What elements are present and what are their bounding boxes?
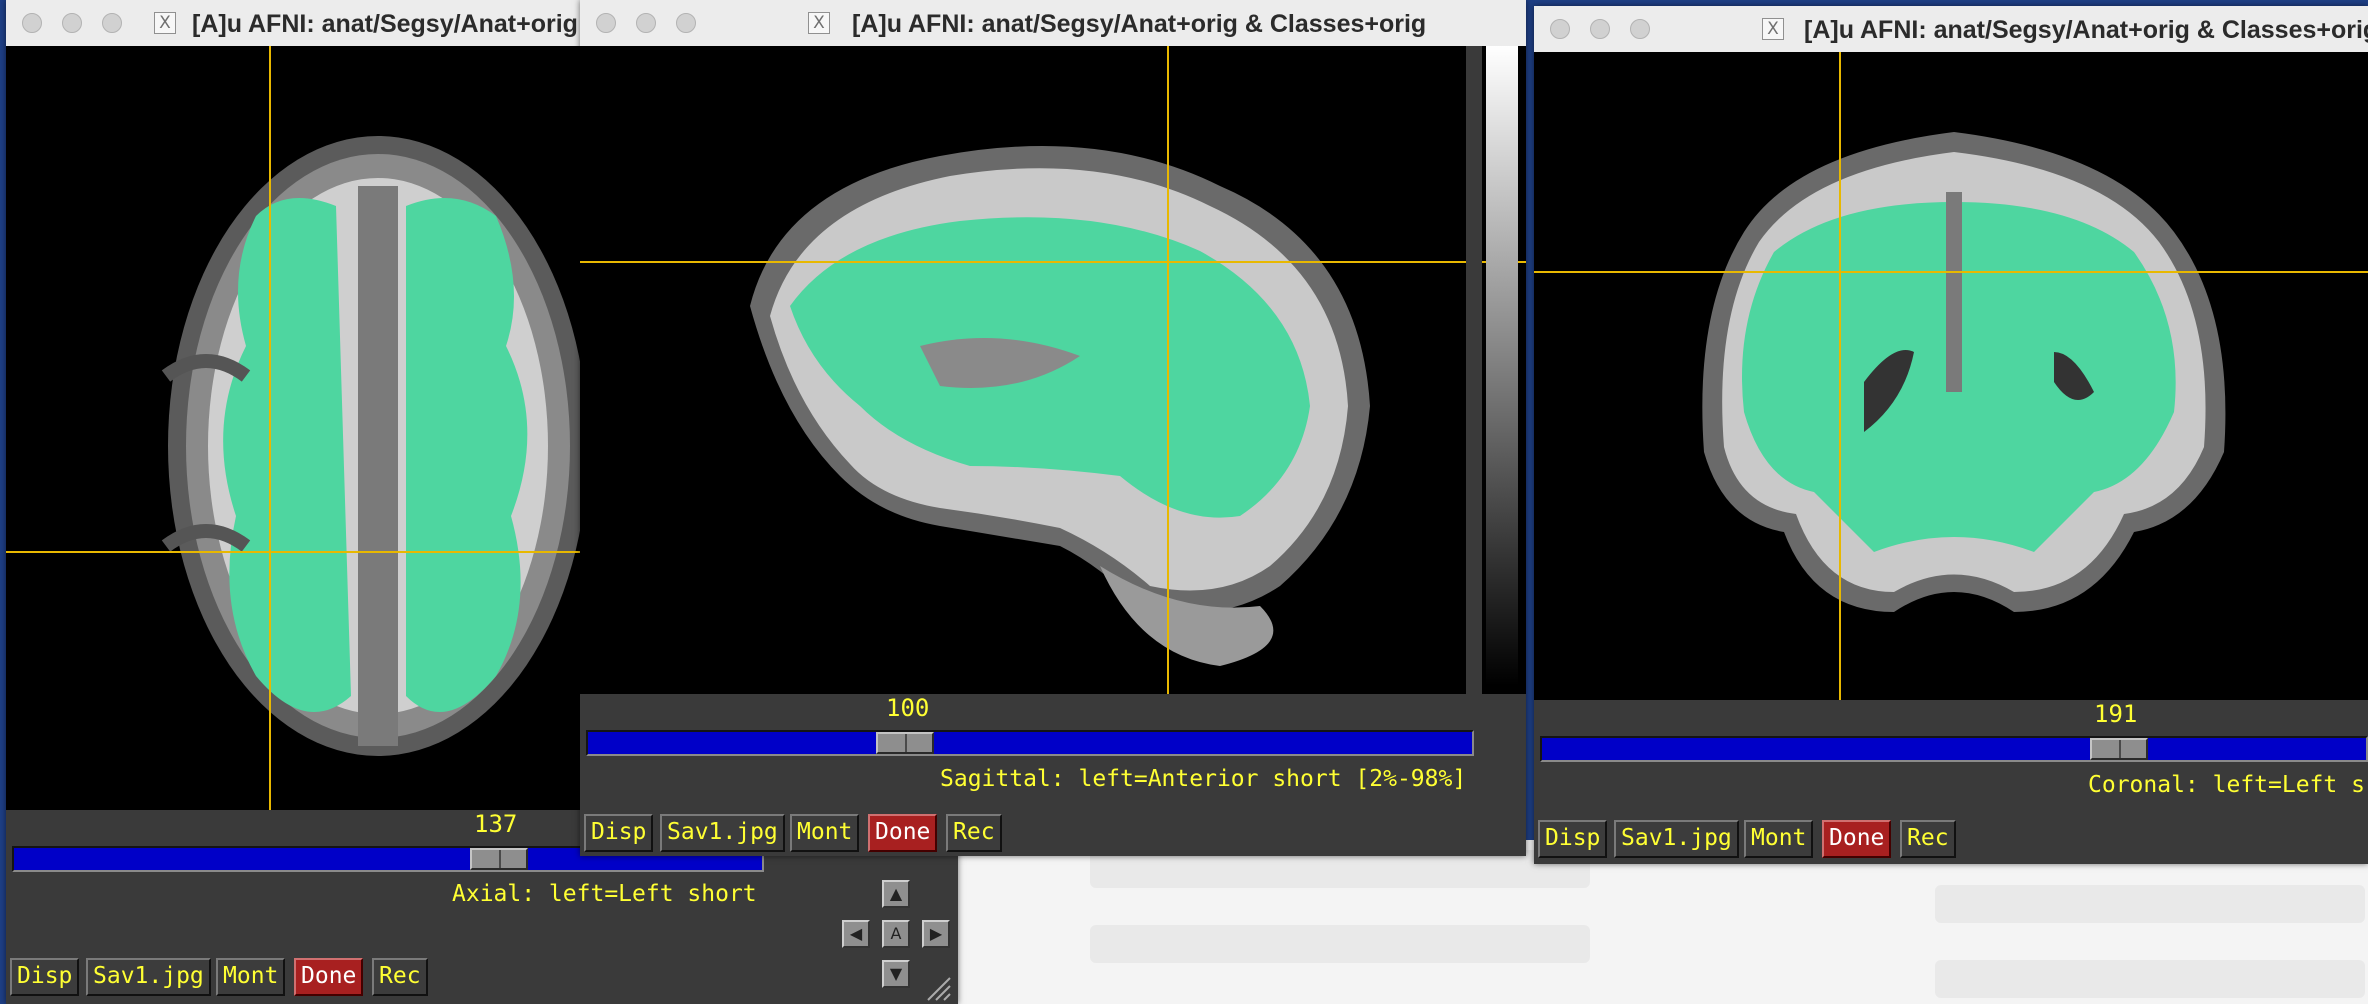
slice-number: 137	[474, 810, 518, 838]
sagittal-image-view[interactable]	[580, 46, 1526, 694]
done-button[interactable]: Done	[1822, 820, 1892, 858]
pan-left-arrow-icon[interactable]: ◀	[842, 920, 870, 948]
pan-center-button[interactable]: A	[882, 920, 910, 948]
done-button[interactable]: Done	[868, 814, 938, 852]
disp-button[interactable]: Disp	[10, 958, 80, 996]
slider-thumb[interactable]	[876, 732, 934, 754]
background-list-row	[1935, 885, 2365, 923]
montage-button[interactable]: Mont	[1744, 820, 1814, 858]
record-button[interactable]: Rec	[372, 958, 428, 996]
coronal-brain-slice	[1534, 52, 2368, 700]
title-bar: X [A]u AFNI: anat/Segsy/Anat+orig & Clas…	[1534, 6, 2368, 53]
slice-number: 191	[2094, 700, 2138, 728]
x11-window-icon: X	[808, 12, 830, 34]
title-bar: X [A]u AFNI: anat/Segsy/Anat+orig & Clas…	[580, 0, 1526, 47]
montage-button[interactable]: Mont	[216, 958, 286, 996]
save-jpg-button[interactable]: Sav1.jpg	[86, 958, 211, 996]
orientation-label: Sagittal: left=Anterior short [2%-98%]	[940, 766, 1467, 792]
coronal-image-view[interactable]	[1534, 52, 2368, 700]
window-title: [A]u AFNI: anat/Segsy/Anat+orig & Classe…	[1804, 16, 2368, 44]
montage-button[interactable]: Mont	[790, 814, 860, 852]
background-list-row	[1090, 925, 1590, 963]
window-title: [A]u AFNI: anat/Segsy/Anat+orig & Classe…	[852, 10, 1427, 38]
disp-button[interactable]: Disp	[1538, 820, 1608, 858]
coronal-image-window: X [A]u AFNI: anat/Segsy/Anat+orig & Clas…	[1534, 6, 2368, 864]
slice-slider[interactable]	[1540, 736, 2368, 762]
zoom-traffic-light[interactable]	[1630, 19, 1650, 39]
orientation-label: Axial: left=Left short	[452, 881, 757, 907]
save-jpg-button[interactable]: Sav1.jpg	[1614, 820, 1739, 858]
slider-thumb[interactable]	[2090, 738, 2148, 760]
coronal-control-panel: 191 Coronal: left=Left s Disp Sav1.jpg M…	[1534, 700, 2368, 864]
pan-down-arrow-icon[interactable]: ▼	[882, 960, 910, 988]
zoom-traffic-light[interactable]	[102, 13, 122, 33]
close-traffic-light[interactable]	[596, 13, 616, 33]
sagittal-image-window: X [A]u AFNI: anat/Segsy/Anat+orig & Clas…	[580, 0, 1526, 856]
minimize-traffic-light[interactable]	[1590, 19, 1610, 39]
background-list-row	[1935, 960, 2365, 998]
sagittal-control-panel: 100 Sagittal: left=Anterior short [2%-98…	[580, 694, 1526, 856]
slice-slider[interactable]	[586, 730, 1474, 756]
pan-up-arrow-icon[interactable]: ▲	[882, 880, 910, 908]
intensity-color-bar[interactable]	[1486, 46, 1518, 686]
save-jpg-button[interactable]: Sav1.jpg	[660, 814, 785, 852]
minimize-traffic-light[interactable]	[636, 13, 656, 33]
done-button[interactable]: Done	[294, 958, 364, 996]
slider-thumb[interactable]	[470, 848, 528, 870]
orientation-label: Coronal: left=Left s	[2088, 772, 2365, 798]
zoom-traffic-light[interactable]	[676, 13, 696, 33]
close-traffic-light[interactable]	[22, 13, 42, 33]
slice-number: 100	[886, 694, 930, 722]
resize-grip-icon[interactable]	[924, 974, 952, 1002]
x11-window-icon: X	[1762, 18, 1784, 40]
x11-window-icon: X	[154, 12, 176, 34]
disp-button[interactable]: Disp	[584, 814, 654, 852]
pan-right-arrow-icon[interactable]: ▶	[922, 920, 950, 948]
sagittal-brain-slice	[580, 46, 1526, 694]
record-button[interactable]: Rec	[1900, 820, 1956, 858]
record-button[interactable]: Rec	[946, 814, 1002, 852]
close-traffic-light[interactable]	[1550, 19, 1570, 39]
minimize-traffic-light[interactable]	[62, 13, 82, 33]
